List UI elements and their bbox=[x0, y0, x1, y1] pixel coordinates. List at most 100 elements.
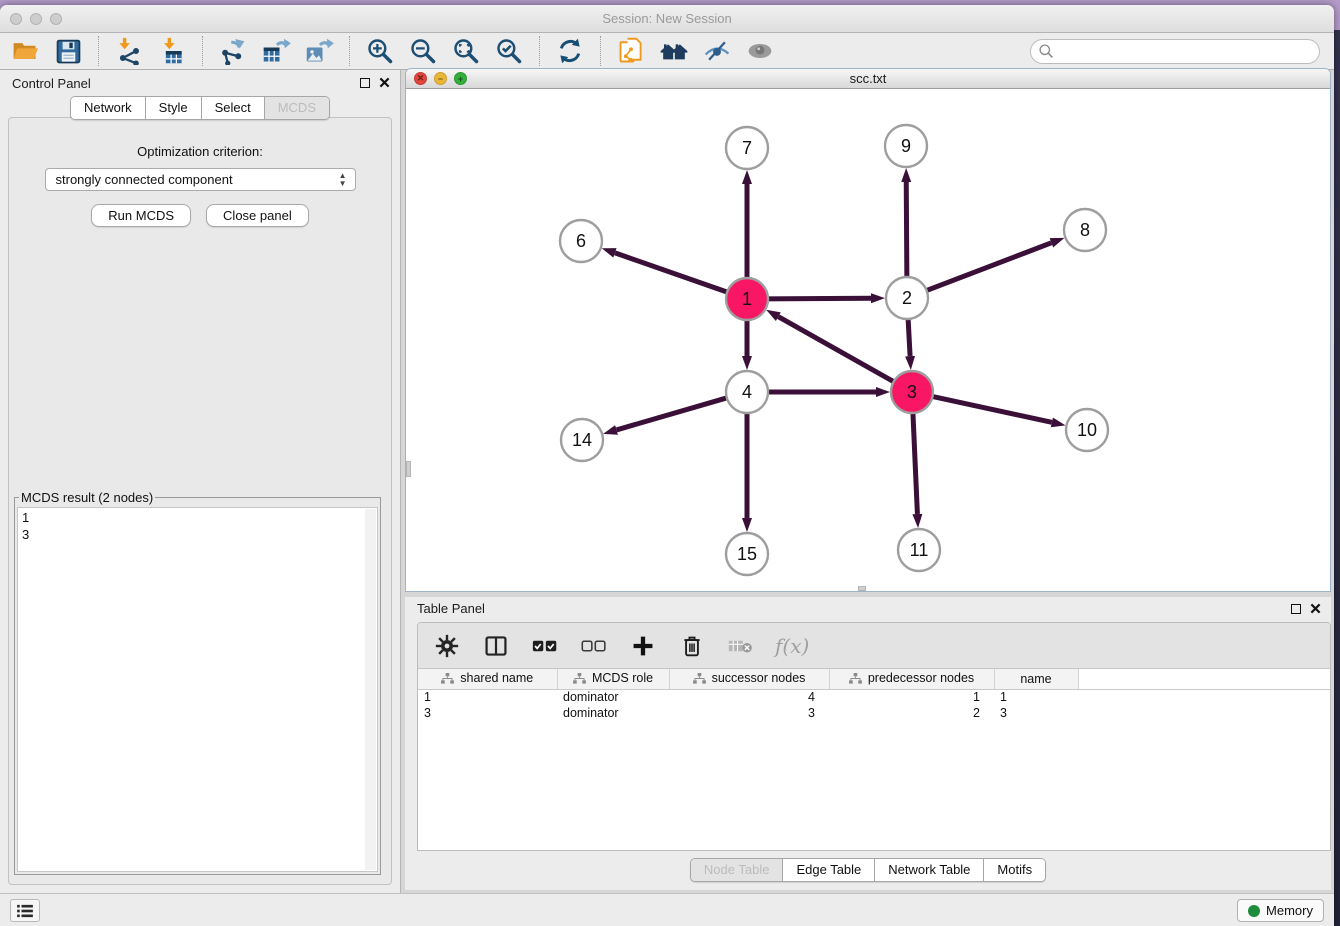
network-window-titlebar: ✕ − + scc.txt bbox=[406, 69, 1330, 89]
table-header-row: shared name MCDS role successor nodes pr… bbox=[418, 669, 1330, 689]
splitter-handle[interactable] bbox=[406, 461, 411, 477]
optimization-criterion-select[interactable]: strongly connected component ▲▼ bbox=[45, 168, 356, 191]
open-network-file-icon[interactable] bbox=[616, 36, 646, 66]
table-row[interactable]: 3dominator323 bbox=[418, 705, 1330, 721]
close-panel-icon[interactable] bbox=[379, 77, 390, 88]
horizontal-scroll-handle[interactable] bbox=[858, 586, 866, 591]
column-header-filler bbox=[1078, 669, 1330, 689]
result-scrollbar[interactable] bbox=[365, 509, 376, 870]
window-title: Session: New Session bbox=[0, 11, 1334, 26]
cell-successor_nodes[interactable]: 4 bbox=[669, 689, 829, 705]
graph-edge-3-1[interactable] bbox=[778, 317, 895, 383]
save-icon[interactable] bbox=[53, 36, 83, 66]
attribute-icon bbox=[441, 673, 454, 684]
graph-edge-4-14[interactable] bbox=[617, 397, 729, 430]
graph-node-label-1: 1 bbox=[742, 289, 752, 309]
tab-network-table[interactable]: Network Table bbox=[875, 859, 984, 881]
cell-successor_nodes[interactable]: 3 bbox=[669, 705, 829, 721]
refresh-icon[interactable] bbox=[555, 36, 585, 66]
open-folder-icon[interactable] bbox=[10, 36, 40, 66]
mcds-result-textarea[interactable]: 1 3 bbox=[17, 507, 378, 872]
run-mcds-button[interactable]: Run MCDS bbox=[91, 204, 191, 227]
tab-network[interactable]: Network bbox=[71, 97, 146, 119]
cell-name[interactable]: 3 bbox=[994, 705, 1078, 721]
select-all-checkboxes-icon[interactable] bbox=[530, 631, 560, 661]
export-network-icon[interactable] bbox=[218, 36, 248, 66]
graph-node-label-6: 6 bbox=[576, 231, 586, 251]
import-table-icon[interactable] bbox=[157, 36, 187, 66]
graph: 7968124314101511 bbox=[406, 89, 1330, 592]
tab-style[interactable]: Style bbox=[146, 97, 202, 119]
cell-shared_name[interactable]: 1 bbox=[418, 689, 557, 705]
delete-table-icon[interactable] bbox=[726, 631, 756, 661]
graph-node-label-4: 4 bbox=[742, 382, 752, 402]
tab-edge-table[interactable]: Edge Table bbox=[783, 859, 875, 881]
float-panel-icon[interactable] bbox=[360, 78, 370, 88]
column-header-shared-name[interactable]: shared name bbox=[418, 669, 557, 689]
delete-column-icon[interactable] bbox=[677, 631, 707, 661]
close-table-panel-icon[interactable] bbox=[1310, 603, 1321, 614]
node-table-box: f(x) shared name MCDS role successor nod… bbox=[417, 622, 1331, 851]
split-columns-icon[interactable] bbox=[481, 631, 511, 661]
task-history-button[interactable] bbox=[10, 899, 40, 922]
import-network-icon[interactable] bbox=[114, 36, 144, 66]
graph-edge-2-3[interactable] bbox=[908, 317, 910, 356]
control-panel: Control Panel Network Style Select MCDS … bbox=[0, 70, 401, 893]
column-header-mcds-role[interactable]: MCDS role bbox=[557, 669, 669, 689]
cell-predecessor_nodes[interactable]: 1 bbox=[829, 689, 994, 705]
tab-node-table[interactable]: Node Table bbox=[691, 859, 784, 881]
hide-graphics-icon[interactable] bbox=[702, 36, 732, 66]
control-panel-title: Control Panel bbox=[12, 76, 91, 91]
mcds-result-title: MCDS result (2 nodes) bbox=[19, 490, 155, 505]
column-header-predecessor-nodes[interactable]: predecessor nodes bbox=[829, 669, 994, 689]
graph-edge-2-9[interactable] bbox=[906, 182, 907, 279]
zoom-selected-icon[interactable] bbox=[494, 36, 524, 66]
zoom-fit-icon[interactable] bbox=[451, 36, 481, 66]
show-all-networks-icon[interactable] bbox=[659, 36, 689, 66]
mcds-result-lines: 1 3 bbox=[22, 510, 29, 542]
cell-shared_name[interactable]: 3 bbox=[418, 705, 557, 721]
add-column-icon[interactable] bbox=[628, 631, 658, 661]
apply-function-icon[interactable]: f(x) bbox=[775, 634, 809, 658]
graph-node-label-15: 15 bbox=[737, 544, 757, 564]
zoom-out-icon[interactable] bbox=[408, 36, 438, 66]
export-image-icon[interactable] bbox=[304, 36, 334, 66]
settings-gear-icon[interactable] bbox=[432, 631, 462, 661]
graph-node-label-8: 8 bbox=[1080, 220, 1090, 240]
memory-button[interactable]: Memory bbox=[1237, 899, 1324, 922]
table-row[interactable]: 1dominator411 bbox=[418, 689, 1330, 705]
table-tabs: Node Table Edge Table Network Table Moti… bbox=[405, 858, 1331, 882]
cell-mcds_role[interactable]: dominator bbox=[557, 705, 669, 721]
zoom-in-icon[interactable] bbox=[365, 36, 395, 66]
tab-select[interactable]: Select bbox=[202, 97, 265, 119]
deselect-all-checkboxes-icon[interactable] bbox=[579, 631, 609, 661]
network-view-window: ✕ − + scc.txt 7968124314101511 bbox=[405, 68, 1331, 592]
app-window: Session: New Session bbox=[0, 5, 1334, 926]
cell-mcds_role[interactable]: dominator bbox=[557, 689, 669, 705]
graph-edge-3-11[interactable] bbox=[913, 411, 918, 514]
close-panel-button[interactable]: Close panel bbox=[206, 204, 309, 227]
table-panel-title: Table Panel bbox=[417, 601, 485, 616]
tab-motifs[interactable]: Motifs bbox=[984, 859, 1045, 881]
graph-node-label-2: 2 bbox=[902, 288, 912, 308]
show-graphics-icon[interactable] bbox=[745, 36, 775, 66]
tab-mcds[interactable]: MCDS bbox=[265, 97, 329, 119]
column-header-name[interactable]: name bbox=[994, 669, 1078, 689]
cell-predecessor_nodes[interactable]: 2 bbox=[829, 705, 994, 721]
workspace-region: ✕ − + scc.txt 7968124314101511 bbox=[401, 70, 1334, 893]
float-table-panel-icon[interactable] bbox=[1291, 604, 1301, 614]
export-table-icon[interactable] bbox=[261, 36, 291, 66]
graph-edge-2-8[interactable] bbox=[925, 243, 1052, 291]
cell-filler bbox=[1078, 705, 1330, 721]
search-input[interactable] bbox=[1030, 39, 1320, 64]
graph-edge-1-2[interactable] bbox=[766, 298, 871, 299]
memory-label: Memory bbox=[1266, 903, 1313, 918]
memory-status-icon bbox=[1248, 905, 1260, 917]
graph-edge-3-10[interactable] bbox=[931, 396, 1052, 422]
graph-edge-1-6[interactable] bbox=[615, 253, 729, 293]
network-canvas[interactable]: 7968124314101511 bbox=[406, 89, 1330, 592]
search-field-wrap bbox=[1030, 39, 1320, 64]
column-header-successor-nodes[interactable]: successor nodes bbox=[669, 669, 829, 689]
cell-name[interactable]: 1 bbox=[994, 689, 1078, 705]
attribute-icon bbox=[573, 673, 586, 684]
